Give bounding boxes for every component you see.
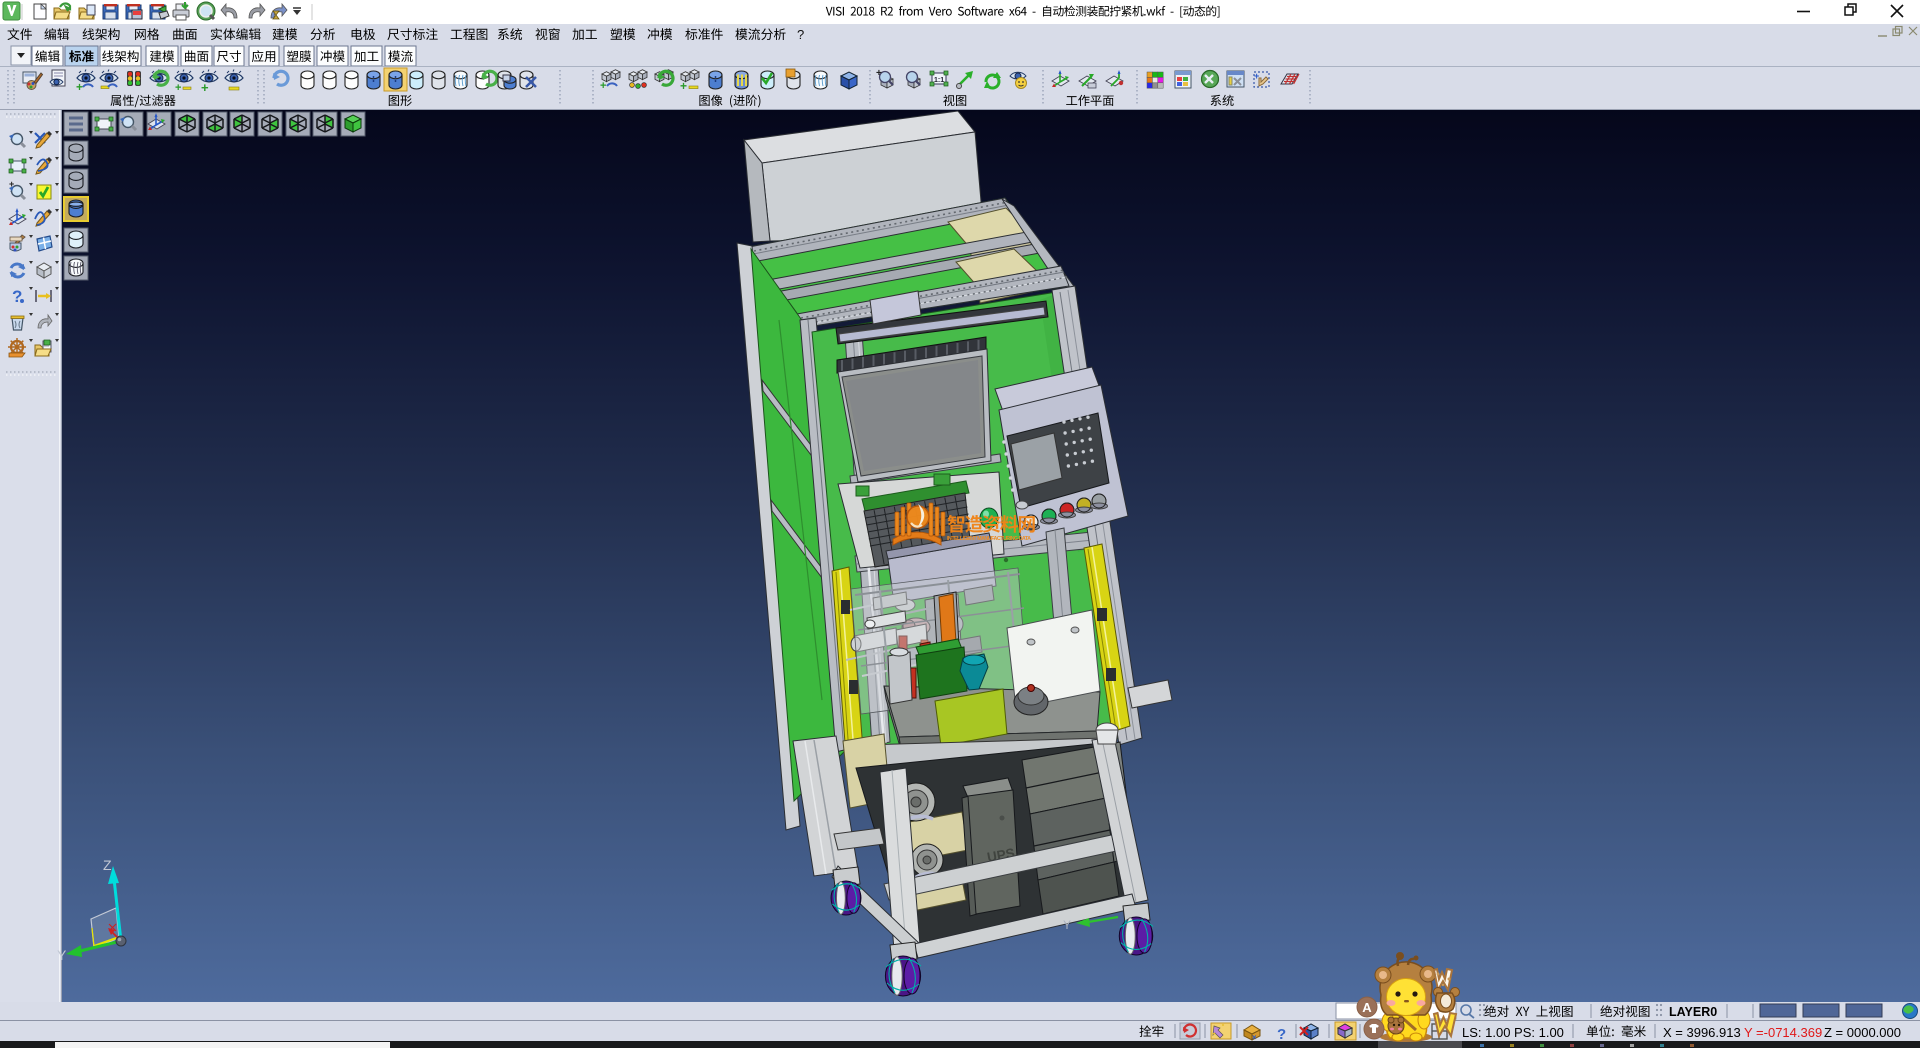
svg-text:Z: Z xyxy=(103,857,112,873)
svg-text:X = 3996.913: X = 3996.913 xyxy=(1663,1025,1741,1040)
svg-text:+: + xyxy=(600,80,606,92)
svg-text:LAYER0: LAYER0 xyxy=(1669,1005,1717,1019)
svg-text:+: + xyxy=(175,82,181,94)
svg-text:Z = 0000.000: Z = 0000.000 xyxy=(1824,1025,1901,1040)
svg-text:+: + xyxy=(1254,71,1259,81)
svg-text:LS: 1.00 PS: 1.00: LS: 1.00 PS: 1.00 xyxy=(1462,1025,1564,1040)
svg-text:?: ? xyxy=(797,27,804,42)
svg-text:?: ? xyxy=(1277,1026,1286,1043)
svg-text:?: ? xyxy=(12,287,22,306)
svg-text:1:1: 1:1 xyxy=(934,77,944,84)
svg-text:INTELLIGENT MANUFACTURING DATA: INTELLIGENT MANUFACTURING DATA xyxy=(947,536,1031,542)
svg-text:+: + xyxy=(9,179,14,189)
svg-text:Y: Y xyxy=(57,947,67,963)
svg-text:A: A xyxy=(1362,1000,1372,1015)
svg-text:+: + xyxy=(876,68,882,79)
svg-text:Y: Y xyxy=(1063,918,1071,932)
svg-text:Y =-0714.369: Y =-0714.369 xyxy=(1744,1025,1822,1040)
svg-text:+: + xyxy=(76,80,83,94)
svg-text:+: + xyxy=(201,80,209,95)
svg-text:+: + xyxy=(680,79,687,93)
svg-text:×: × xyxy=(1252,1033,1257,1042)
